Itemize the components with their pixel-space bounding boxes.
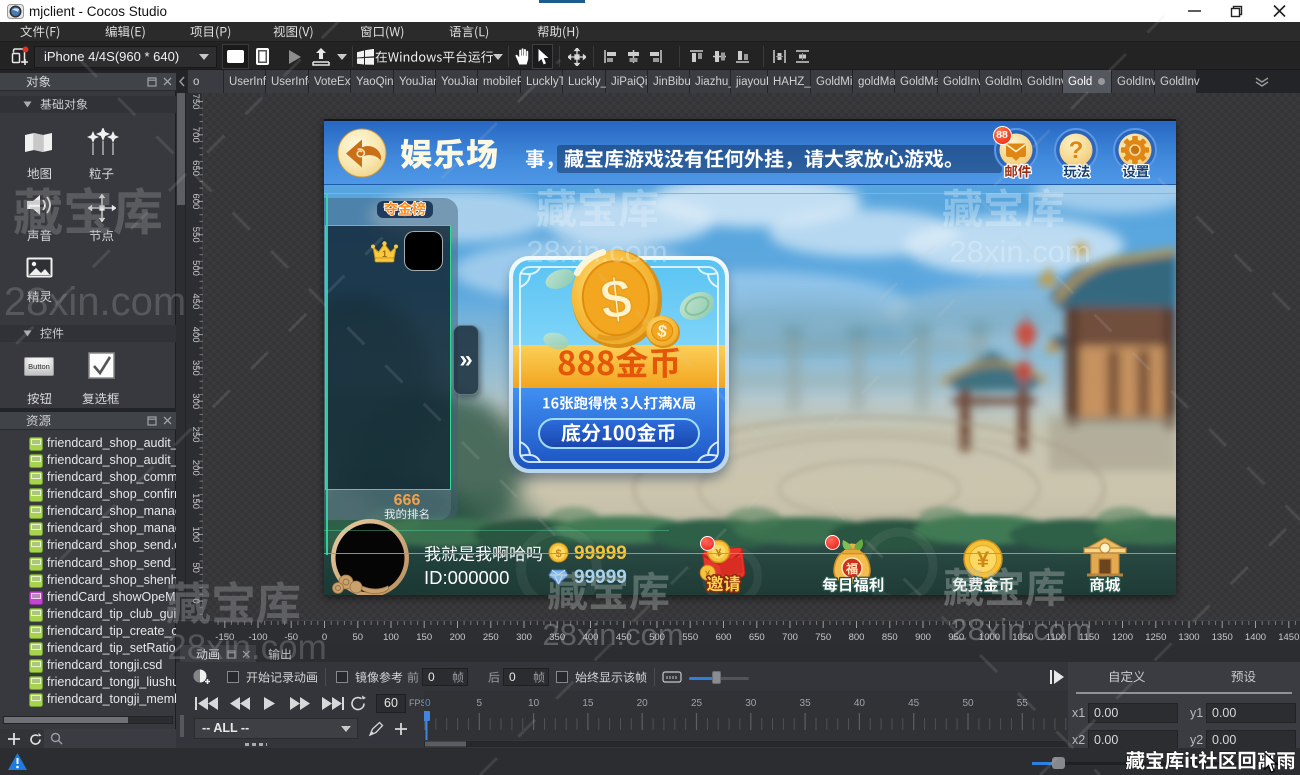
svg-text:900: 900 <box>915 632 931 643</box>
svg-text:20: 20 <box>637 698 649 709</box>
svg-text:100: 100 <box>190 526 201 542</box>
svg-text:700: 700 <box>782 632 798 643</box>
svg-text:250: 250 <box>190 427 201 443</box>
svg-text:450: 450 <box>190 293 201 309</box>
svg-text:550: 550 <box>190 227 201 243</box>
svg-text:10: 10 <box>528 698 540 709</box>
svg-text:350: 350 <box>190 360 201 376</box>
svg-text:200: 200 <box>190 460 201 476</box>
svg-text:1350: 1350 <box>1212 632 1233 643</box>
svg-text:25: 25 <box>691 698 703 709</box>
svg-text:700: 700 <box>190 127 201 143</box>
svg-text:500: 500 <box>190 260 201 276</box>
svg-text:0: 0 <box>425 698 431 709</box>
svg-text:800: 800 <box>849 632 865 643</box>
svg-text:300: 300 <box>190 393 201 409</box>
svg-text:850: 850 <box>882 632 898 643</box>
svg-text:150: 150 <box>190 493 201 509</box>
svg-text:600: 600 <box>716 632 732 643</box>
svg-text:600: 600 <box>190 193 201 209</box>
svg-text:250: 250 <box>483 632 499 643</box>
svg-text:1250: 1250 <box>1145 632 1166 643</box>
svg-text:650: 650 <box>749 632 765 643</box>
svg-text:40: 40 <box>854 698 866 709</box>
svg-text:1200: 1200 <box>1112 632 1133 643</box>
svg-text:15: 15 <box>582 698 594 709</box>
svg-text:750: 750 <box>190 94 201 110</box>
svg-text:50: 50 <box>962 698 974 709</box>
svg-text:55: 55 <box>1017 698 1029 709</box>
svg-text:?: ? <box>1069 137 1084 164</box>
svg-text:35: 35 <box>800 698 812 709</box>
svg-text:45: 45 <box>908 698 920 709</box>
svg-text:1: 1 <box>382 249 387 259</box>
svg-text:750: 750 <box>815 632 831 643</box>
svg-text:400: 400 <box>190 327 201 343</box>
svg-text:5: 5 <box>477 698 483 709</box>
svg-text:$: $ <box>597 266 635 332</box>
svg-text:150: 150 <box>416 632 432 643</box>
svg-text:1300: 1300 <box>1178 632 1199 643</box>
svg-text:1400: 1400 <box>1245 632 1266 643</box>
svg-text:200: 200 <box>450 632 466 643</box>
svg-text:1450: 1450 <box>1278 632 1299 643</box>
svg-text:300: 300 <box>516 632 532 643</box>
svg-text:100: 100 <box>383 632 399 643</box>
svg-text:550: 550 <box>682 632 698 643</box>
svg-text:650: 650 <box>190 160 201 176</box>
svg-text:50: 50 <box>353 632 364 643</box>
svg-text:30: 30 <box>745 698 757 709</box>
